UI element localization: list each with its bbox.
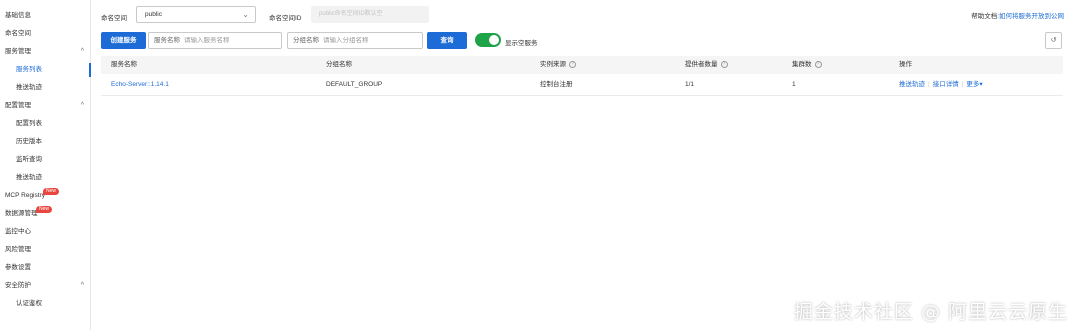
sidebar-item-basic-info[interactable]: 基础信息 bbox=[0, 7, 90, 25]
chevron-up-icon: ^ bbox=[80, 48, 84, 55]
main-content: 命名空间 public ⌄ 命名空间ID public命名空间ID默认空 帮助文… bbox=[91, 0, 1080, 330]
sidebar-item-label: 推送轨迹 bbox=[16, 84, 42, 91]
sidebar-group-config-management[interactable]: 配置管理 ^ bbox=[0, 97, 90, 115]
new-badge: New bbox=[36, 206, 53, 213]
sidebar-item-label: 基础信息 bbox=[5, 12, 31, 19]
show-empty-label: 显示空服务 bbox=[505, 40, 538, 47]
divider: | bbox=[928, 81, 930, 88]
sidebar-item-namespace[interactable]: 命名空间 bbox=[0, 25, 90, 43]
sidebar-item-label: 历史版本 bbox=[16, 138, 42, 145]
service-name-label: 服务名称 bbox=[154, 37, 180, 44]
interface-detail-link[interactable]: 接口详情 bbox=[933, 81, 959, 88]
sidebar-item-label: 风险管理 bbox=[5, 246, 31, 253]
sidebar-item-service-list[interactable]: 服务列表 bbox=[0, 61, 91, 79]
sidebar-item-auth[interactable]: 认证鉴权 bbox=[0, 295, 90, 313]
sidebar-item-label: 认证鉴权 bbox=[16, 300, 42, 307]
namespace-id-label: 命名空间ID bbox=[269, 15, 302, 22]
sidebar-item-history[interactable]: 历史版本 bbox=[0, 133, 90, 151]
actions-cell: 推送轨迹 | 接口详情 | 更多▾ bbox=[899, 74, 983, 96]
show-empty-toggle[interactable] bbox=[475, 33, 501, 47]
column-header: 提供者数量? bbox=[685, 56, 728, 74]
divider: | bbox=[961, 81, 964, 88]
sidebar-item-mcp-registry[interactable]: MCP Registry New bbox=[0, 187, 90, 205]
source-cell: 控制台注册 bbox=[540, 81, 573, 88]
caret-down-icon: ▾ bbox=[979, 81, 983, 88]
service-name-field[interactable]: 服务名称 bbox=[148, 32, 282, 49]
table-row: Echo-Server::1.14.1 DEFAULT_GROUP 控制台注册 … bbox=[101, 74, 1063, 96]
create-service-button[interactable]: 创建服务 bbox=[101, 32, 146, 49]
sidebar-item-label: 推送轨迹 bbox=[16, 174, 42, 181]
sidebar-group-service-management[interactable]: 服务管理 ^ bbox=[0, 43, 90, 61]
more-dropdown[interactable]: 更多▾ bbox=[966, 81, 982, 88]
query-button[interactable]: 查询 bbox=[427, 32, 467, 49]
help-icon: ? bbox=[814, 60, 822, 68]
column-header: 操作 bbox=[899, 61, 912, 68]
chevron-up-icon: ^ bbox=[80, 102, 84, 109]
sidebar-item-config-list[interactable]: 配置列表 bbox=[0, 115, 90, 133]
column-header: 分组名称 bbox=[326, 61, 352, 68]
sidebar-item-label: 监听查询 bbox=[16, 156, 42, 163]
sidebar-item-label: 服务列表 bbox=[16, 66, 42, 73]
namespace-id-field: public命名空间ID默认空 bbox=[311, 6, 429, 23]
help-docs: 帮助文档:如何将服务开放到公网 bbox=[971, 10, 1064, 20]
services-table: 服务名称 分组名称 实例来源? 提供者数量? 集群数? 操作 Echo-Serv… bbox=[101, 56, 1063, 96]
help-prefix: 帮助文档: bbox=[971, 13, 999, 20]
group-name-input[interactable] bbox=[323, 37, 393, 44]
service-name-link[interactable]: Echo-Server::1.14.1 bbox=[111, 74, 169, 96]
new-badge: New bbox=[43, 188, 60, 195]
sidebar-item-monitor[interactable]: 监控中心 bbox=[0, 223, 90, 241]
sidebar-item-risk[interactable]: 风险管理 bbox=[0, 241, 90, 259]
namespace-select[interactable]: public ⌄ bbox=[136, 6, 256, 23]
help-icon: ? bbox=[569, 60, 576, 68]
namespace-value: public bbox=[145, 11, 162, 18]
sidebar: 基础信息 命名空间 服务管理 ^ 服务列表 推送轨迹 配置管理 ^ 配置列表 历史版… bbox=[0, 0, 91, 330]
help-link[interactable]: 如何将服务开放到公网 bbox=[999, 13, 1064, 20]
group-name-label: 分组名称 bbox=[293, 37, 319, 44]
sidebar-item-label: MCP Registry bbox=[5, 192, 45, 199]
toggle-knob bbox=[489, 35, 499, 45]
column-header: 实例来源? bbox=[540, 56, 576, 74]
sidebar-item-label: 参数设置 bbox=[5, 264, 31, 271]
sidebar-item-listener-query[interactable]: 监听查询 bbox=[0, 151, 90, 169]
watermark: 掘金技术社区 @ 阿里云云原生 bbox=[793, 301, 1068, 323]
sidebar-item-label: 服务管理 bbox=[5, 48, 31, 55]
chevron-down-icon: ⌄ bbox=[242, 10, 249, 19]
sidebar-item-label: 安全防护 bbox=[5, 282, 31, 289]
namespace-label: 命名空间 bbox=[101, 15, 127, 22]
providers-cell: 1/1 bbox=[685, 81, 695, 88]
clusters-cell: 1 bbox=[792, 81, 796, 88]
table-header: 服务名称 分组名称 实例来源? 提供者数量? 集群数? 操作 bbox=[101, 56, 1063, 74]
group-name-cell: DEFAULT_GROUP bbox=[326, 81, 383, 88]
group-name-field[interactable]: 分组名称 bbox=[287, 32, 423, 49]
sidebar-item-label: 命名空间 bbox=[5, 30, 31, 37]
sidebar-item-push-trace[interactable]: 推送轨迹 bbox=[0, 79, 90, 97]
refresh-icon[interactable]: ↺ bbox=[1045, 32, 1062, 49]
chevron-up-icon: ^ bbox=[80, 282, 84, 289]
help-icon: ? bbox=[720, 60, 728, 68]
sidebar-group-security[interactable]: 安全防护 ^ bbox=[0, 277, 90, 295]
push-trace-link[interactable]: 推送轨迹 bbox=[899, 81, 925, 88]
sidebar-item-label: 监控中心 bbox=[5, 228, 31, 235]
sidebar-item-config-push-trace[interactable]: 推送轨迹 bbox=[0, 169, 90, 187]
sidebar-item-params[interactable]: 参数设置 bbox=[0, 259, 90, 277]
sidebar-item-datasource[interactable]: 数据源管理 New bbox=[0, 205, 90, 223]
service-name-input[interactable] bbox=[184, 37, 254, 44]
column-header: 集群数? bbox=[792, 56, 822, 74]
sidebar-item-label: 配置列表 bbox=[16, 120, 42, 127]
column-header: 服务名称 bbox=[111, 61, 137, 68]
sidebar-item-label: 数据源管理 bbox=[5, 210, 38, 217]
sidebar-item-label: 配置管理 bbox=[5, 102, 31, 109]
